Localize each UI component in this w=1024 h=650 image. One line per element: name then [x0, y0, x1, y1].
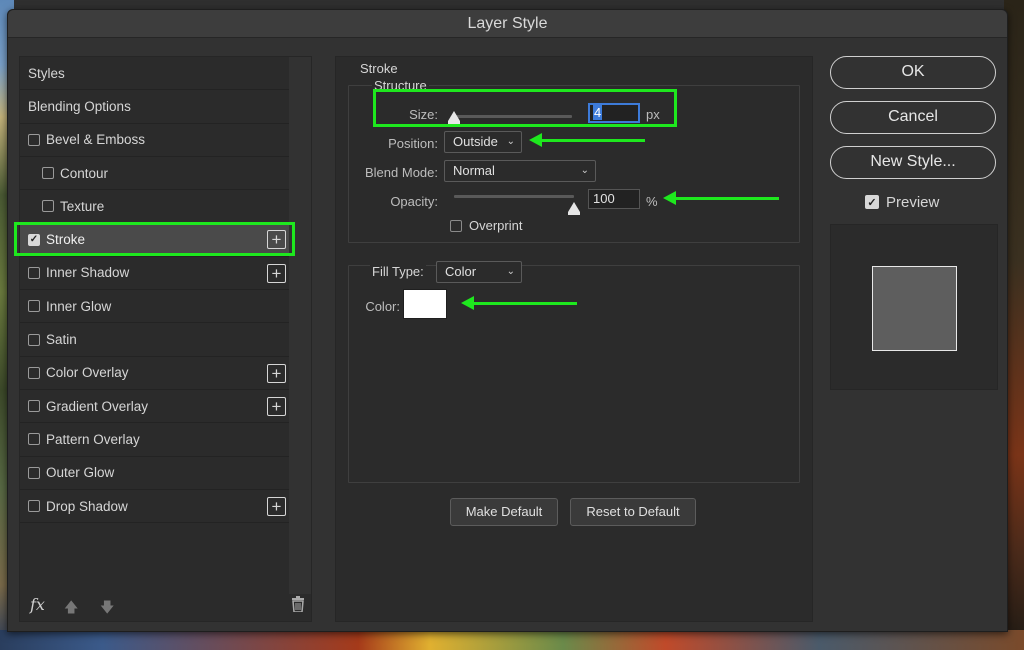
style-row-color-overlay[interactable]: Color Overlay +: [20, 357, 290, 390]
color-label: Color:: [365, 299, 400, 314]
style-row-pattern-overlay[interactable]: Pattern Overlay: [20, 423, 290, 457]
size-label: Size:: [409, 107, 438, 122]
preview-checkbox[interactable]: ✓: [865, 195, 879, 209]
stroke-section-title: Stroke: [360, 61, 398, 76]
style-row-label: Outer Glow: [46, 465, 115, 481]
style-row-label: Inner Shadow: [46, 265, 130, 281]
styles-panel: Styles Blending Options Bevel & Emboss Cont…: [19, 56, 312, 622]
arrow-to-position: [529, 133, 645, 147]
style-checkbox[interactable]: [28, 400, 40, 413]
style-row-label: Pattern Overlay: [46, 431, 140, 447]
fill-type-select[interactable]: Color ⌄: [436, 261, 522, 283]
arrow-up-icon[interactable]: 🡅: [64, 597, 78, 621]
style-row-gradient-overlay[interactable]: Gradient Overlay +: [20, 390, 290, 424]
style-row-satin[interactable]: Satin: [20, 323, 290, 357]
size-slider-track[interactable]: [454, 115, 572, 118]
style-checkbox[interactable]: ✓: [28, 233, 40, 246]
style-row-label: Styles: [28, 65, 65, 81]
style-checkbox[interactable]: [28, 133, 40, 146]
cancel-button[interactable]: Cancel: [830, 101, 996, 134]
blend-mode-select[interactable]: Normal ⌄: [444, 160, 596, 182]
layer-style-dialog: Layer Style Styles Blending Options Bevel …: [7, 9, 1008, 632]
dialog-title: Layer Style: [8, 10, 1007, 38]
style-checkbox[interactable]: [28, 500, 40, 512]
arrow-to-color: [461, 296, 577, 310]
style-row-label: Contour: [60, 165, 109, 181]
opacity-label: Opacity:: [390, 194, 438, 209]
fill-type-label: Fill Type:: [370, 257, 426, 287]
trash-icon[interactable]: [291, 596, 305, 616]
add-style-plus-icon[interactable]: +: [267, 363, 286, 383]
style-row-drop-shadow[interactable]: Drop Shadow +: [20, 490, 290, 524]
style-checkbox[interactable]: [42, 167, 54, 180]
style-row-bevel-emboss[interactable]: Bevel & Emboss: [20, 124, 290, 157]
structure-title: Structure: [372, 78, 429, 93]
style-checkbox[interactable]: [28, 266, 40, 279]
style-row-blending-options[interactable]: Blending Options: [20, 90, 290, 124]
style-row-inner-glow[interactable]: Inner Glow: [20, 290, 290, 324]
style-row-label: Gradient Overlay: [46, 398, 149, 414]
style-row-label: Satin: [46, 332, 77, 348]
styles-scrollbar[interactable]: [289, 57, 311, 594]
position-select[interactable]: Outside ⌄: [444, 131, 522, 153]
style-row-label: Drop Shadow: [46, 498, 128, 514]
style-checkbox[interactable]: [28, 300, 40, 313]
opacity-slider-track[interactable]: [454, 195, 574, 198]
style-row-texture[interactable]: Texture: [20, 190, 290, 224]
make-default-button[interactable]: Make Default: [450, 498, 558, 526]
opacity-input[interactable]: 100: [588, 189, 640, 209]
overprint-checkbox[interactable]: [450, 220, 462, 232]
style-checkbox[interactable]: [28, 466, 40, 479]
add-style-plus-icon[interactable]: +: [267, 230, 286, 250]
arrow-to-opacity: [663, 191, 779, 205]
style-row-label: Inner Glow: [46, 298, 112, 314]
style-row-label: Color Overlay: [46, 365, 129, 381]
size-slider-thumb[interactable]: [448, 111, 460, 124]
style-row-label: Texture: [60, 198, 105, 214]
reset-default-button[interactable]: Reset to Default: [570, 498, 696, 526]
overprint-label: Overprint: [469, 218, 523, 233]
add-style-plus-icon[interactable]: +: [267, 263, 286, 283]
size-input[interactable]: 4: [588, 103, 640, 123]
styles-list: Styles Blending Options Bevel & Emboss Cont…: [20, 57, 290, 524]
style-row-stroke[interactable]: ✓ Stroke +: [20, 223, 290, 257]
preview-label: Preview: [886, 194, 940, 211]
fx-icon[interactable]: fx: [30, 595, 45, 614]
new-style-button[interactable]: New Style...: [830, 146, 996, 179]
style-row-contour[interactable]: Contour: [20, 157, 290, 191]
style-checkbox[interactable]: [28, 333, 40, 346]
style-row-label: Blending Options: [28, 98, 131, 114]
chevron-down-icon: ⌄: [506, 266, 515, 277]
background-bottom-strip: [0, 630, 1024, 650]
add-style-plus-icon[interactable]: +: [267, 396, 286, 416]
style-checkbox[interactable]: [42, 200, 54, 213]
styles-footer: fx 🡅 🡇: [20, 591, 311, 621]
position-label: Position:: [388, 136, 438, 151]
style-row-label: Bevel & Emboss: [46, 132, 146, 148]
opacity-unit: %: [646, 194, 658, 209]
style-row-styles[interactable]: Styles: [20, 57, 290, 91]
color-swatch[interactable]: [403, 289, 447, 319]
blend-mode-label: Blend Mode:: [365, 165, 438, 180]
preview-square: [872, 266, 957, 351]
style-row-label: Stroke: [46, 232, 86, 248]
add-style-plus-icon[interactable]: +: [267, 496, 286, 516]
style-row-outer-glow[interactable]: Outer Glow: [20, 457, 290, 490]
chevron-down-icon: ⌄: [506, 136, 515, 147]
ok-button[interactable]: OK: [830, 56, 996, 89]
chevron-down-icon: ⌄: [580, 165, 589, 176]
style-row-inner-shadow[interactable]: Inner Shadow +: [20, 257, 290, 291]
arrow-down-icon[interactable]: 🡇: [100, 597, 114, 621]
style-checkbox[interactable]: [28, 433, 40, 446]
style-checkbox[interactable]: [28, 366, 40, 379]
opacity-slider-thumb[interactable]: [568, 202, 580, 215]
size-unit: px: [646, 107, 660, 122]
preview-thumbnail: [830, 224, 998, 390]
